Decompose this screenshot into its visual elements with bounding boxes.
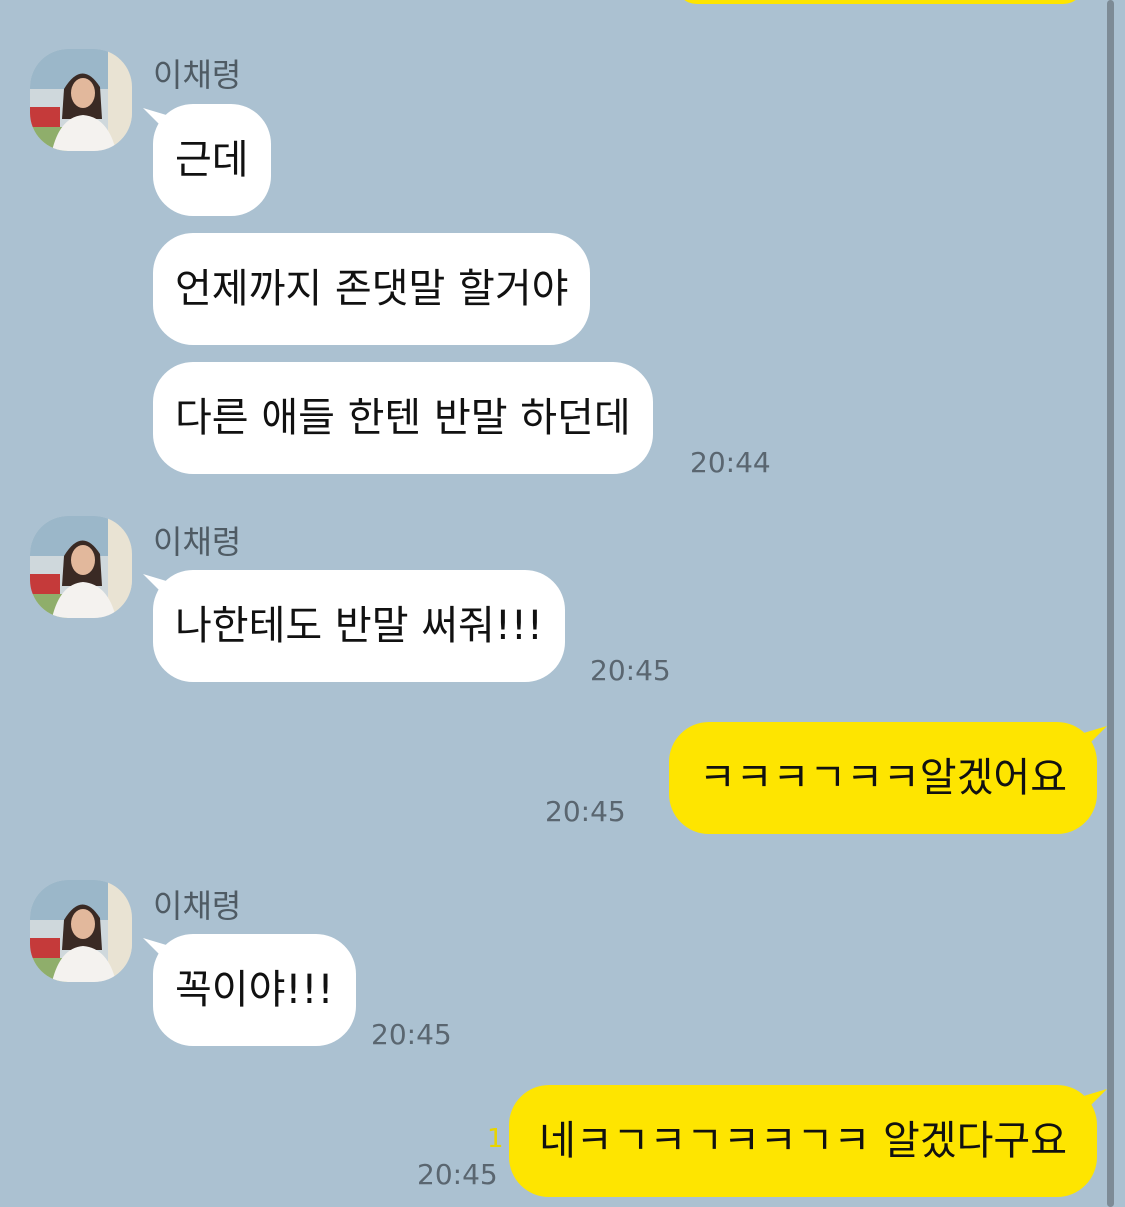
message-text: 네ㅋㄱㅋㄱㅋㅋㄱㅋ 알겠다구요: [539, 1118, 1067, 1164]
message-text: 근데: [175, 137, 249, 183]
previous-outgoing-bubble[interactable]: [675, 0, 1085, 4]
sender-name: 이채령: [153, 56, 242, 94]
message-bubble[interactable]: 나한테도 반말 써줘!!!: [153, 570, 565, 682]
avatar[interactable]: [30, 516, 132, 618]
scrollbar[interactable]: [1107, 0, 1114, 1207]
profile-photo-icon: [30, 880, 132, 982]
message-bubble[interactable]: 근데: [153, 104, 271, 216]
message-timestamp: 20:45: [417, 1158, 498, 1191]
message-timestamp: 20:45: [545, 795, 626, 828]
message-text: 다른 애들 한텐 반말 하던데: [175, 395, 631, 441]
message-bubble[interactable]: 다른 애들 한텐 반말 하던데: [153, 362, 653, 474]
message-text: ㅋㅋㅋㄱㅋㅋ알겠어요: [699, 755, 1067, 801]
message-text: 꼭이야!!!: [175, 967, 334, 1013]
message-bubble[interactable]: 네ㅋㄱㅋㄱㅋㅋㄱㅋ 알겠다구요: [509, 1085, 1097, 1197]
message-text: 언제까지 존댓말 할거야: [175, 266, 569, 312]
unread-count: 1: [487, 1124, 504, 1154]
avatar[interactable]: [30, 880, 132, 982]
message-bubble[interactable]: 언제까지 존댓말 할거야: [153, 233, 591, 345]
message-bubble[interactable]: ㅋㅋㅋㄱㅋㅋ알겠어요: [669, 722, 1097, 834]
message-timestamp: 20:45: [590, 654, 671, 687]
profile-photo-icon: [30, 516, 132, 618]
avatar[interactable]: [30, 49, 132, 151]
message-bubble[interactable]: 꼭이야!!!: [153, 934, 356, 1046]
message-text: 나한테도 반말 써줘!!!: [175, 603, 543, 649]
message-timestamp: 20:44: [690, 446, 771, 479]
profile-photo-icon: [30, 49, 132, 151]
sender-name: 이채령: [153, 887, 242, 925]
chat-room[interactable]: 이채령 근데 언제까지 존댓말 할거야 다른 애들 한텐 반말 하던데 20:4…: [0, 0, 1125, 1207]
sender-name: 이채령: [153, 523, 242, 561]
message-timestamp: 20:45: [371, 1018, 452, 1051]
